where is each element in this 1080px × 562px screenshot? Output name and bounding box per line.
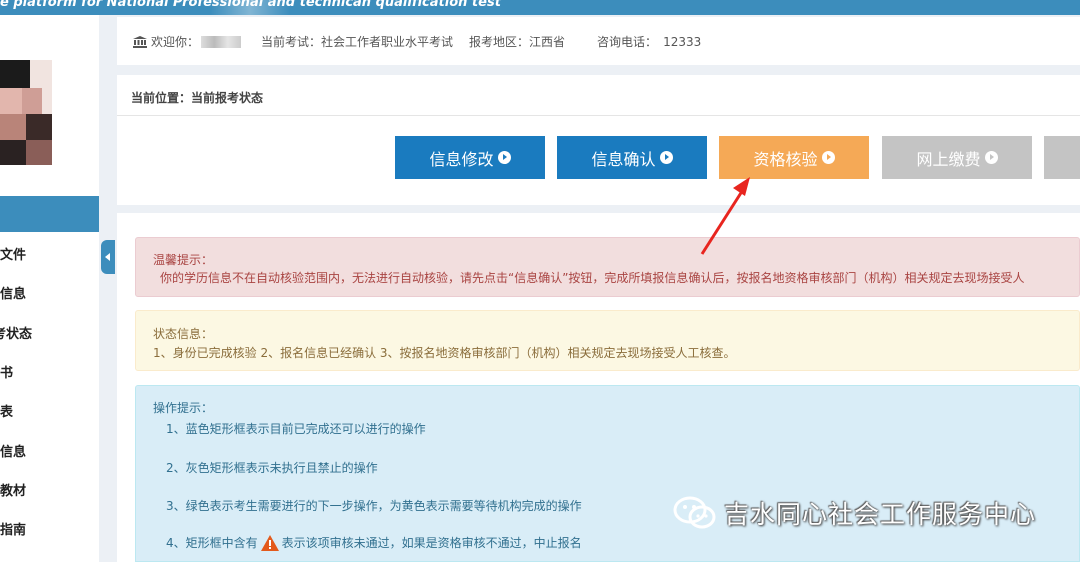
wechat-watermark: 吉水同心社会工作服务中心 xyxy=(672,495,1036,531)
annotation-arrow-icon xyxy=(700,177,750,255)
wechat-icon xyxy=(672,495,718,531)
watermark-text: 吉水同心社会工作服务中心 xyxy=(724,500,1037,529)
